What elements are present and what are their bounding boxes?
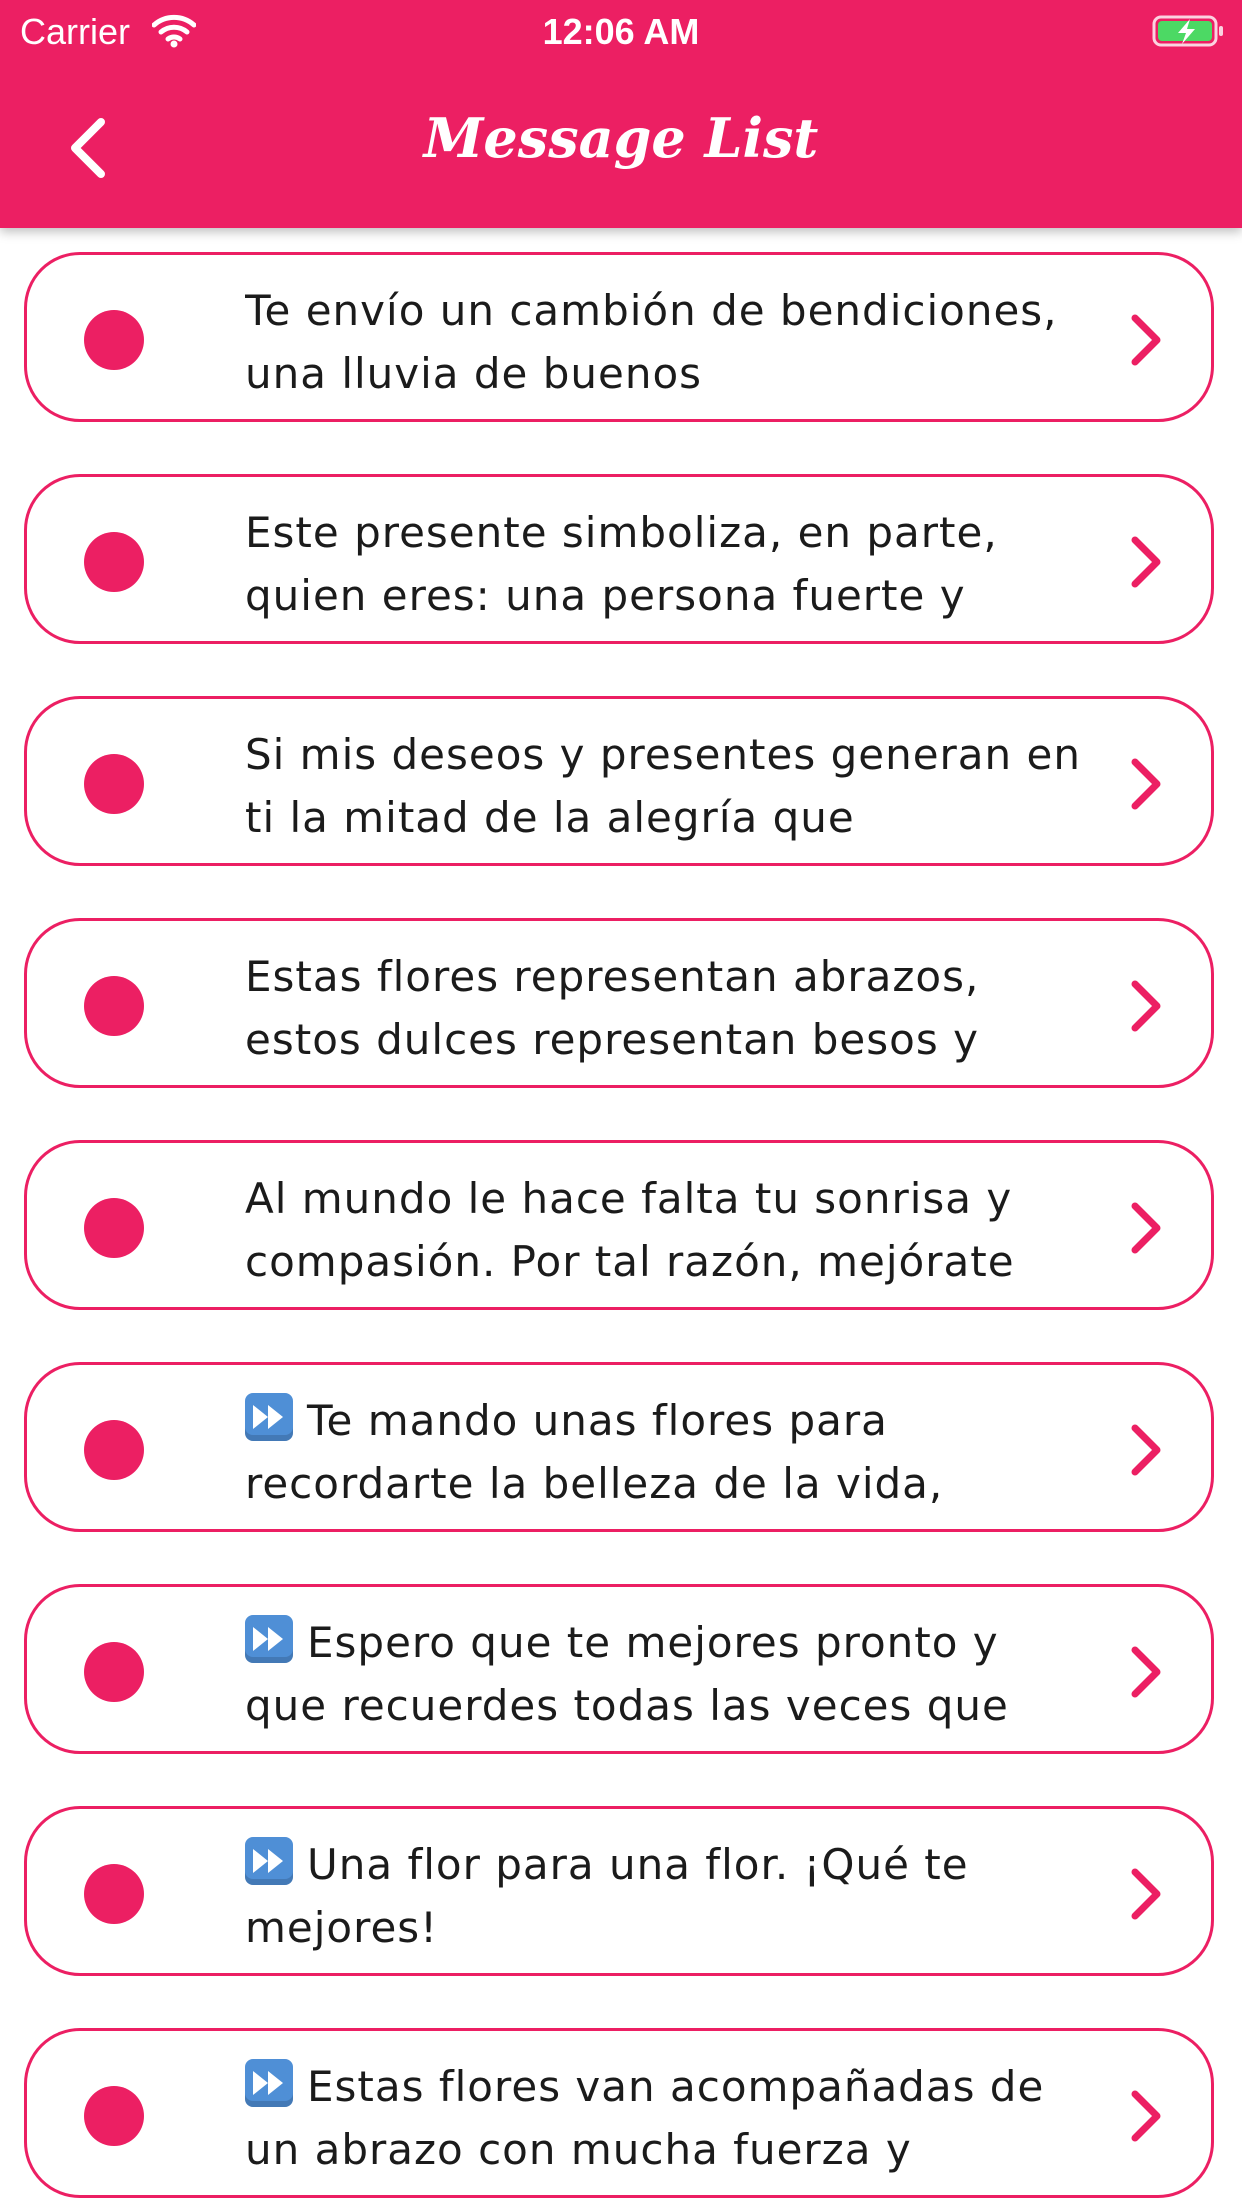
chevron-right-icon bbox=[1131, 758, 1161, 810]
bullet-dot bbox=[84, 1642, 144, 1702]
message-list-item[interactable]: Una flor para una flor. ¡Qué te mejores! bbox=[24, 1806, 1214, 1976]
message-text: Si mis deseos y presentes generan en ti … bbox=[245, 730, 1081, 842]
page-title: Message List bbox=[423, 106, 819, 170]
chevron-right-icon bbox=[1131, 1868, 1161, 1920]
message-preview: Estas flores representan abrazos, estos … bbox=[245, 945, 1095, 1073]
status-bar: Carrier 12:06 AM bbox=[0, 0, 1242, 64]
bullet-dot bbox=[84, 532, 144, 592]
battery-charging-icon bbox=[1152, 14, 1226, 48]
message-preview: Estas flores van acompañadas de un abraz… bbox=[245, 2055, 1095, 2183]
message-list-item[interactable]: Te envío un cambión de bendiciones, una … bbox=[24, 252, 1214, 422]
chevron-right-icon bbox=[1131, 1424, 1161, 1476]
chevron-right-icon bbox=[1131, 314, 1161, 366]
message-list-item[interactable]: Al mundo le hace falta tu sonrisa y comp… bbox=[24, 1140, 1214, 1310]
message-text: Te envío un cambión de bendiciones, una … bbox=[245, 286, 1058, 398]
bullet-dot bbox=[84, 2086, 144, 2146]
message-preview: Una flor para una flor. ¡Qué te mejores! bbox=[245, 1833, 1095, 1961]
message-list-item[interactable]: Estas flores representan abrazos, estos … bbox=[24, 918, 1214, 1088]
message-list: Te envío un cambión de bendiciones, una … bbox=[0, 228, 1242, 2208]
chevron-right-icon bbox=[1131, 536, 1161, 588]
message-list-item[interactable]: Te mando unas flores para recordarte la … bbox=[24, 1362, 1214, 1532]
bullet-dot bbox=[84, 976, 144, 1036]
message-text: Estas flores representan abrazos, estos … bbox=[245, 952, 980, 1064]
message-list-item[interactable]: Este presente simboliza, en parte, quien… bbox=[24, 474, 1214, 644]
message-text: Estas flores van acompañadas de un abraz… bbox=[245, 2062, 1045, 2174]
message-preview: Este presente simboliza, en parte, quien… bbox=[245, 501, 1095, 629]
fast-forward-icon bbox=[245, 2059, 293, 2107]
message-preview: Espero que te mejores pronto y que recue… bbox=[245, 1611, 1095, 1739]
message-list-item[interactable]: Si mis deseos y presentes generan en ti … bbox=[24, 696, 1214, 866]
status-time: 12:06 AM bbox=[542, 11, 700, 52]
message-preview: Al mundo le hace falta tu sonrisa y comp… bbox=[245, 1167, 1095, 1295]
fast-forward-icon bbox=[245, 1837, 293, 1885]
fast-forward-icon bbox=[245, 1615, 293, 1663]
chevron-right-icon bbox=[1131, 980, 1161, 1032]
bullet-dot bbox=[84, 1420, 144, 1480]
message-text: Te mando unas flores para recordarte la … bbox=[245, 1396, 944, 1508]
message-text: Este presente simboliza, en parte, quien… bbox=[245, 508, 998, 620]
message-preview: Si mis deseos y presentes generan en ti … bbox=[245, 723, 1095, 851]
bullet-dot bbox=[84, 1198, 144, 1258]
message-preview: Te envío un cambión de bendiciones, una … bbox=[245, 279, 1095, 407]
message-list-item[interactable]: Espero que te mejores pronto y que recue… bbox=[24, 1584, 1214, 1754]
bullet-dot bbox=[84, 754, 144, 814]
chevron-right-icon bbox=[1131, 2090, 1161, 2142]
message-text: Al mundo le hace falta tu sonrisa y comp… bbox=[245, 1174, 1015, 1286]
fast-forward-icon bbox=[245, 1393, 293, 1441]
message-preview: Te mando unas flores para recordarte la … bbox=[245, 1389, 1095, 1517]
bullet-dot bbox=[84, 1864, 144, 1924]
message-text: Espero que te mejores pronto y que recue… bbox=[245, 1618, 1009, 1730]
message-list-item[interactable]: Estas flores van acompañadas de un abraz… bbox=[24, 2028, 1214, 2198]
chevron-right-icon bbox=[1131, 1202, 1161, 1254]
app-header: Carrier 12:06 AM Message List bbox=[0, 0, 1242, 228]
chevron-right-icon bbox=[1131, 1646, 1161, 1698]
bullet-dot bbox=[84, 310, 144, 370]
navigation-bar: Message List bbox=[0, 64, 1242, 228]
message-text: Una flor para una flor. ¡Qué te mejores! bbox=[245, 1840, 969, 1952]
